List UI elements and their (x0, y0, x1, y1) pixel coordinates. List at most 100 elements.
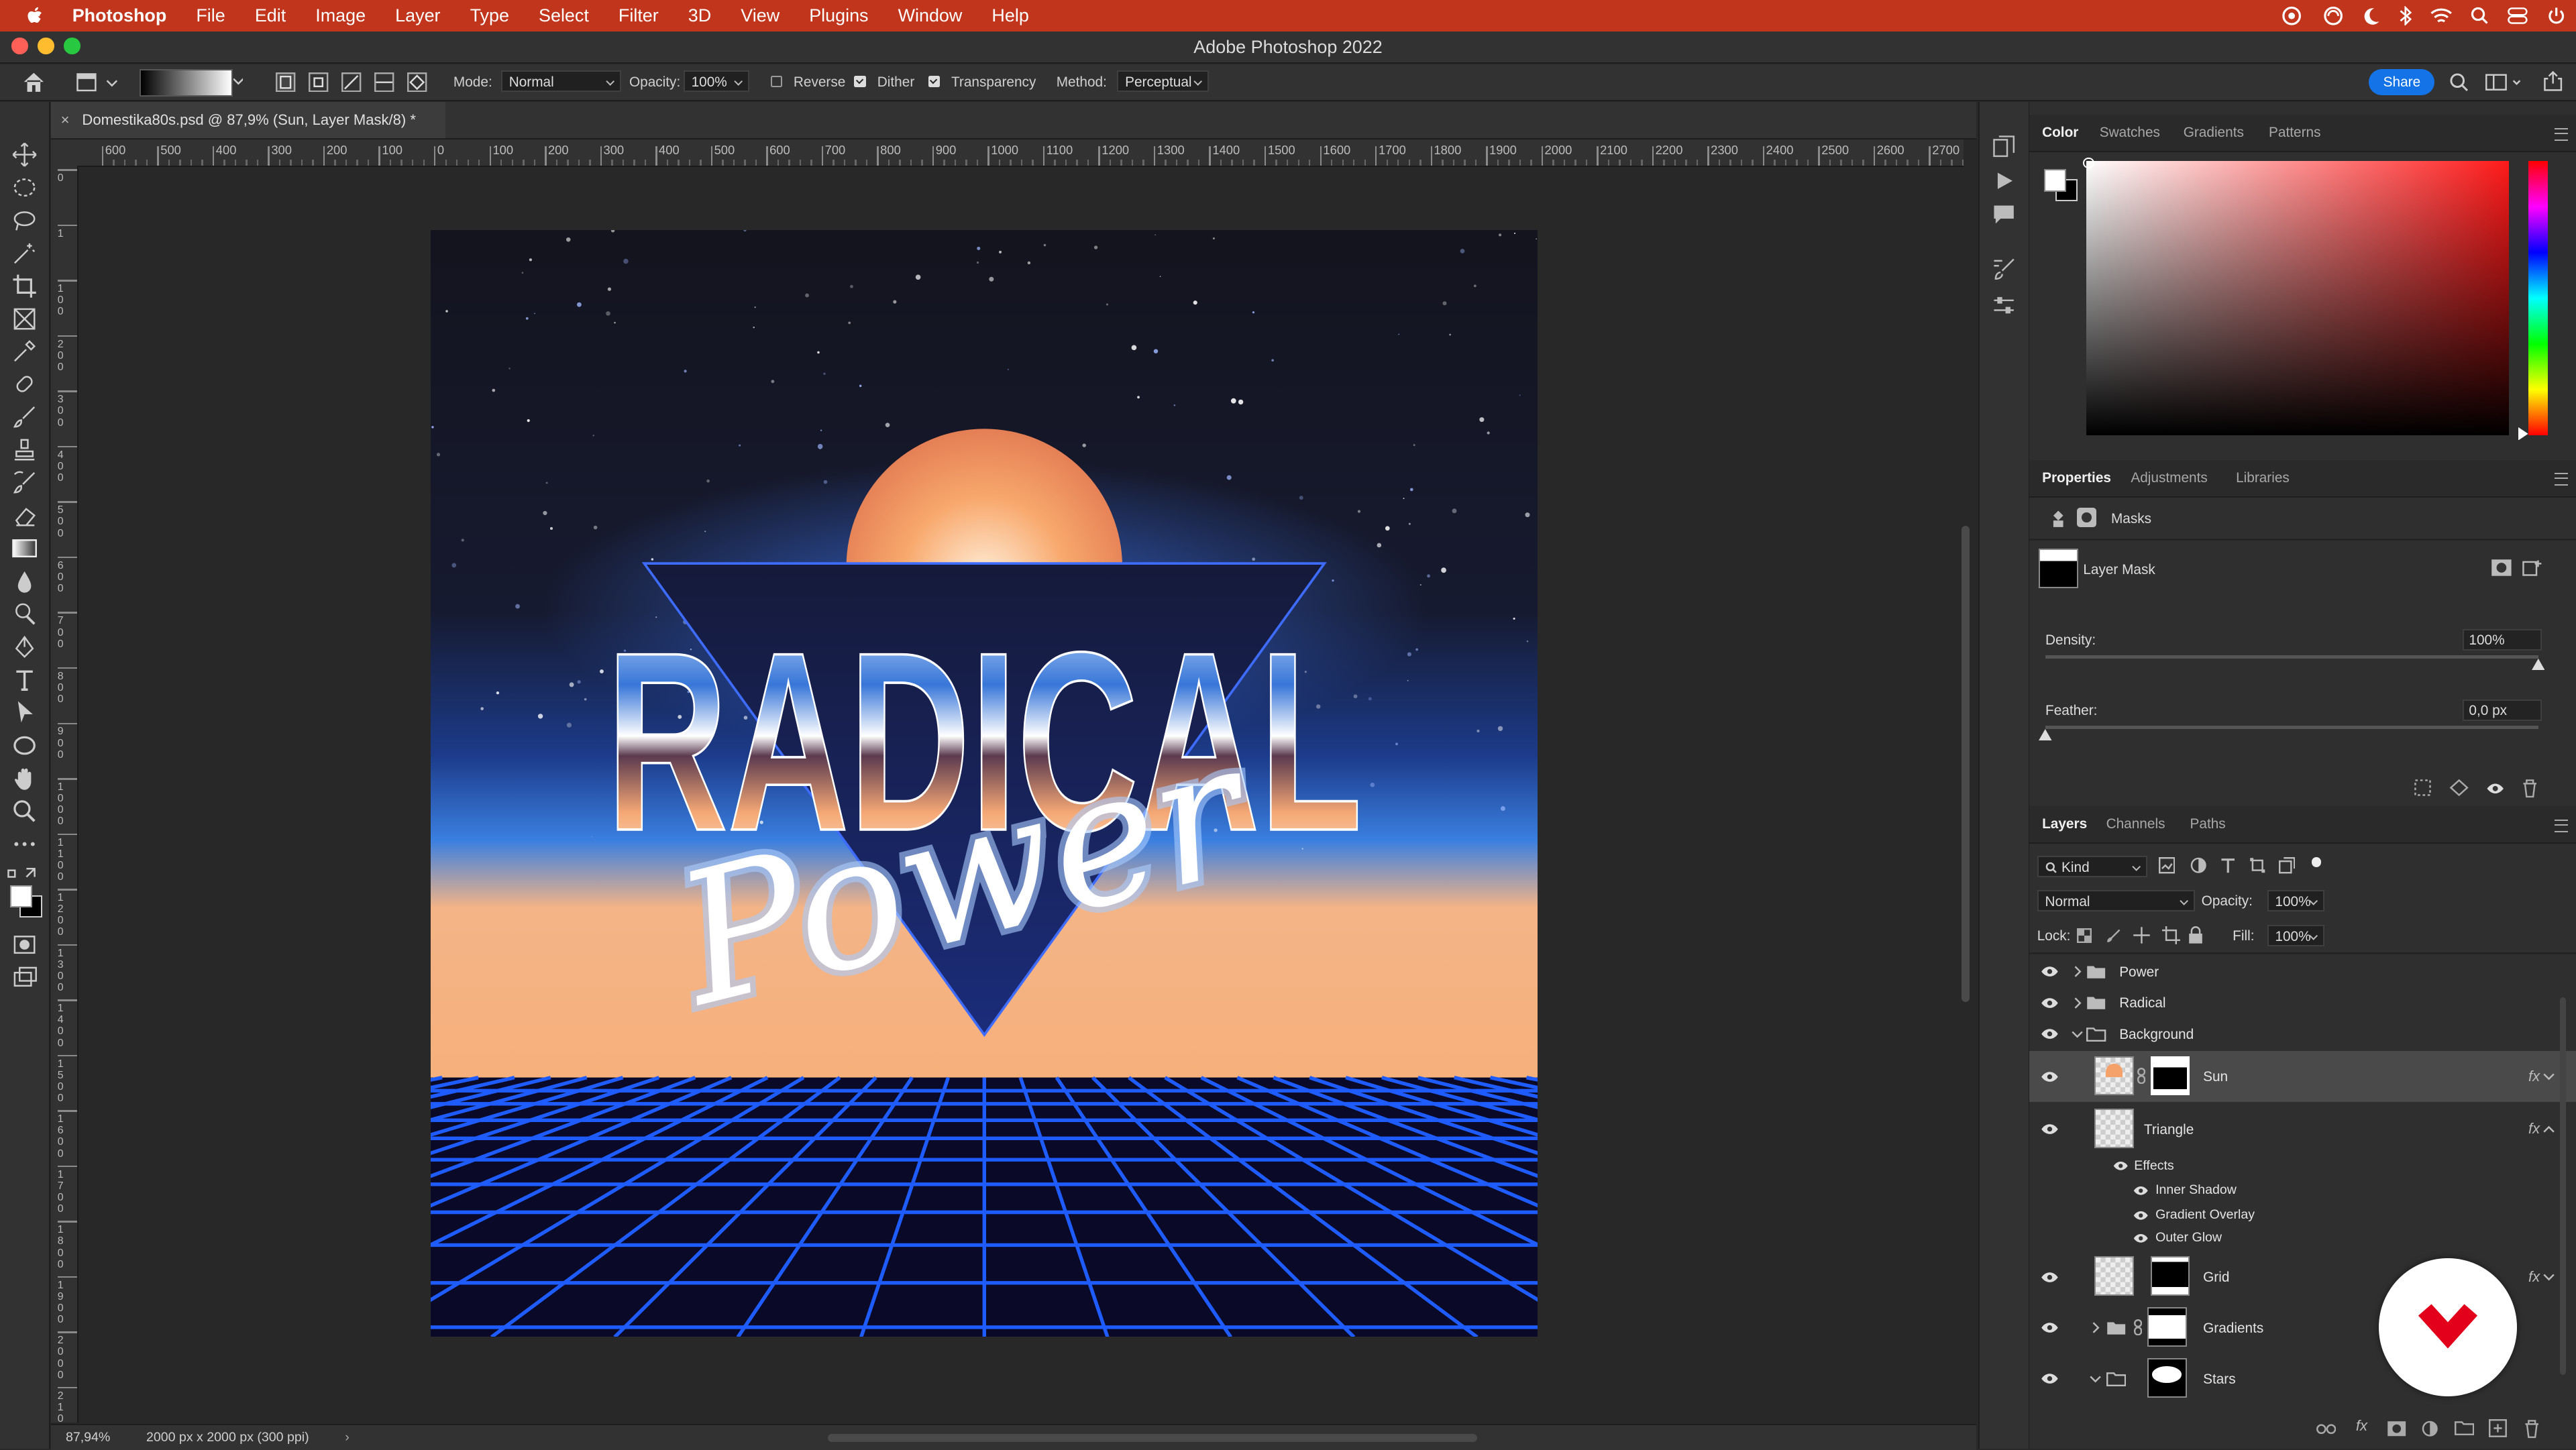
gradient-tool-icon[interactable] (11, 535, 38, 561)
visibility-eye-icon[interactable] (2041, 1123, 2059, 1135)
status-chevron-icon[interactable]: › (345, 1425, 350, 1450)
tab-swatches[interactable]: Swatches (2100, 115, 2160, 151)
screen-mode-icon[interactable] (11, 964, 38, 991)
effects-collapse-chevron-icon[interactable] (2543, 1273, 2555, 1281)
method-select[interactable]: Perceptual (1117, 70, 1209, 92)
color-field[interactable] (2086, 161, 2508, 435)
angle-gradient-icon[interactable] (341, 72, 361, 92)
actions-panel-icon[interactable] (1994, 171, 2014, 190)
zoom-level[interactable]: 87,94% (66, 1425, 110, 1450)
delete-mask-icon[interactable] (2522, 779, 2538, 798)
history-brush-tool-icon[interactable] (11, 469, 38, 496)
color-panel-menu-icon[interactable] (2555, 128, 2568, 141)
visibility-eye-icon[interactable] (2133, 1233, 2149, 1243)
creative-cloud-icon[interactable] (2280, 6, 2303, 25)
lock-image-icon[interactable] (2106, 928, 2121, 943)
gradient-preview-swatch[interactable] (140, 69, 233, 97)
filter-shape-icon[interactable] (2249, 857, 2265, 873)
close-tab-icon[interactable]: × (61, 102, 70, 138)
menu-image[interactable]: Image (301, 0, 380, 32)
density-slider[interactable] (2045, 655, 2538, 659)
menu-select[interactable]: Select (524, 0, 604, 32)
new-layer-icon[interactable] (2489, 1419, 2507, 1437)
ruler-origin[interactable] (51, 140, 77, 166)
mask-link-icon[interactable] (2134, 1319, 2142, 1335)
hue-slider[interactable] (2528, 161, 2548, 435)
layer-effects-fx-icon[interactable]: fx (2528, 1268, 2540, 1286)
apple-icon[interactable] (0, 6, 58, 25)
feather-slider-knob-icon[interactable] (2039, 729, 2052, 740)
blend-mode-select[interactable]: Normal (2037, 890, 2195, 911)
path-selection-tool-icon[interactable] (11, 700, 38, 726)
add-layer-style-icon[interactable]: fx (2356, 1417, 2367, 1435)
tab-patterns[interactable]: Patterns (2269, 115, 2320, 151)
menu-edit[interactable]: Edit (240, 0, 301, 32)
layer-effects-fx-icon[interactable]: fx (2528, 1120, 2540, 1137)
feather-slider[interactable] (2045, 726, 2538, 729)
lasso-tool-icon[interactable] (11, 207, 38, 233)
layer-thumbnail[interactable] (2094, 1056, 2134, 1096)
effect-outer-glow[interactable]: Outer Glow (2029, 1227, 2576, 1251)
dodge-tool-icon[interactable] (11, 601, 38, 627)
density-slider-knob-icon[interactable] (2532, 659, 2545, 670)
vertical-scroll-thumb[interactable] (1962, 526, 1970, 1002)
tab-color[interactable]: Color (2042, 115, 2078, 151)
adjustment-sliders-icon[interactable] (1992, 294, 2015, 317)
quick-mask-icon[interactable] (11, 932, 38, 958)
visibility-eye-icon[interactable] (2112, 1161, 2129, 1171)
workspace-icon[interactable] (2485, 72, 2522, 92)
horizontal-ruler[interactable]: 6005004003002001000100200300400500600700… (77, 140, 1963, 167)
visibility-eye-icon[interactable] (2041, 1272, 2059, 1283)
healing-brush-tool-icon[interactable] (11, 371, 38, 397)
density-field[interactable]: 100% (2463, 629, 2542, 651)
layer-opacity-field[interactable]: 100% (2267, 890, 2325, 911)
crop-tool-icon[interactable] (11, 273, 38, 299)
layer-mask-thumb[interactable] (2147, 1358, 2187, 1398)
pixel-mask-icon[interactable] (2050, 509, 2066, 528)
tab-layers[interactable]: Layers (2042, 806, 2087, 842)
toggle-mask-visibility-icon[interactable] (2485, 782, 2505, 795)
type-tool-icon[interactable] (11, 667, 38, 693)
move-tool-icon[interactable] (11, 142, 38, 168)
tab-properties[interactable]: Properties (2042, 460, 2111, 496)
expand-chevron-icon[interactable] (2092, 1322, 2100, 1333)
effects-collapse-chevron-icon[interactable] (2543, 1072, 2555, 1080)
tab-gradients[interactable]: Gradients (2184, 115, 2244, 151)
link-layers-icon[interactable] (2316, 1423, 2336, 1436)
vertical-ruler[interactable]: 011 0 02 0 03 0 04 0 05 0 06 0 07 0 08 0… (51, 166, 78, 1422)
search-icon[interactable] (2449, 72, 2469, 92)
power-icon[interactable] (2546, 6, 2566, 25)
new-adjustment-layer-icon[interactable] (2422, 1420, 2438, 1437)
layer-row-triangle[interactable]: Triangle fx (2029, 1104, 2576, 1155)
document-tab[interactable]: × Domestika80s.psd @ 87,9% (Sun, Layer M… (51, 102, 445, 138)
control-center-icon[interactable] (2507, 7, 2528, 25)
home-icon[interactable] (21, 70, 46, 93)
collapse-chevron-icon[interactable] (2090, 1375, 2101, 1383)
layer-effects-fx-icon[interactable]: fx (2528, 1068, 2540, 1085)
filter-kind-select[interactable]: Kind (2037, 856, 2147, 877)
diamond-gradient-icon[interactable] (407, 72, 427, 92)
menu-app[interactable]: Photoshop (58, 0, 182, 32)
search-icon[interactable] (2471, 7, 2489, 25)
mask-link-icon[interactable] (2137, 1068, 2145, 1084)
add-vector-mask-icon[interactable] (2522, 559, 2543, 578)
magic-wand-tool-icon[interactable] (11, 240, 38, 266)
pen-tool-icon[interactable] (11, 634, 38, 660)
zoom-tool-icon[interactable] (11, 798, 38, 824)
swap-colors-icon[interactable] (7, 860, 40, 887)
visibility-eye-icon[interactable] (2041, 966, 2059, 977)
transparency-checkbox[interactable] (928, 76, 940, 87)
mask-type-icon[interactable] (2077, 508, 2096, 527)
layer-row-sun[interactable]: Sun fx (2029, 1051, 2576, 1102)
layer-thumbnail[interactable] (2094, 1109, 2134, 1148)
filter-type-icon[interactable] (2220, 857, 2236, 873)
brush-tool-icon[interactable] (11, 404, 38, 430)
load-selection-icon[interactable] (2414, 779, 2432, 797)
opacity-field[interactable]: 100% (684, 70, 749, 92)
moon-icon[interactable] (2363, 7, 2381, 25)
eyedropper-tool-icon[interactable] (11, 338, 38, 364)
more-tools-icon[interactable] (11, 831, 38, 857)
add-mask-icon[interactable] (2387, 1420, 2406, 1437)
effects-row[interactable]: Effects (2029, 1155, 2576, 1180)
layer-mask-thumb[interactable] (2151, 1056, 2190, 1096)
